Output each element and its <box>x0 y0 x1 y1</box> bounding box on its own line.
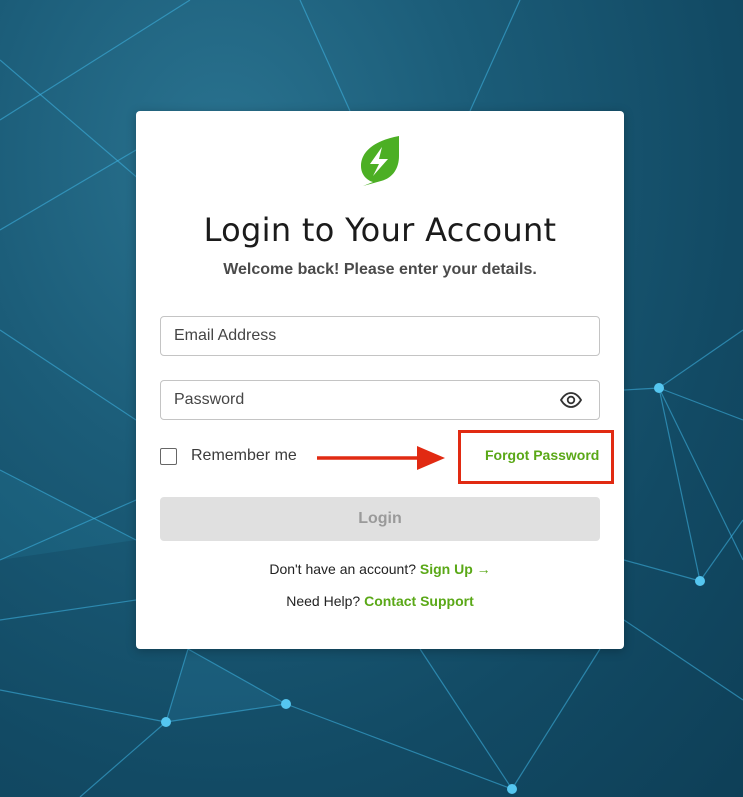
forgot-password-highlight-box <box>458 430 614 484</box>
signup-prompt: Don't have an account? <box>269 561 416 577</box>
password-field[interactable] <box>161 381 599 419</box>
remember-me[interactable]: Remember me <box>160 446 297 466</box>
leaf-logo-icon <box>361 136 399 186</box>
contact-support-link[interactable]: Contact Support <box>364 593 474 609</box>
remember-me-checkbox[interactable] <box>160 447 177 465</box>
help-line: Need Help? Contact Support <box>136 593 624 609</box>
help-prompt: Need Help? <box>286 593 361 609</box>
email-field-wrapper <box>160 316 600 356</box>
page-subtitle: Welcome back! Please enter your details. <box>223 261 537 278</box>
remember-me-label: Remember me <box>191 447 297 464</box>
login-button[interactable]: Login <box>160 497 600 541</box>
password-field-wrapper <box>160 380 600 420</box>
email-field[interactable] <box>161 317 599 355</box>
page-title: Login to Your Account <box>203 211 557 249</box>
login-card: Login to Your Account Welcome back! Plea… <box>136 111 624 649</box>
signup-link[interactable]: Sign Up → <box>420 561 491 577</box>
signup-line: Don't have an account? Sign Up → <box>136 561 624 577</box>
red-arrow-icon <box>317 446 445 470</box>
eye-icon[interactable] <box>560 392 582 408</box>
